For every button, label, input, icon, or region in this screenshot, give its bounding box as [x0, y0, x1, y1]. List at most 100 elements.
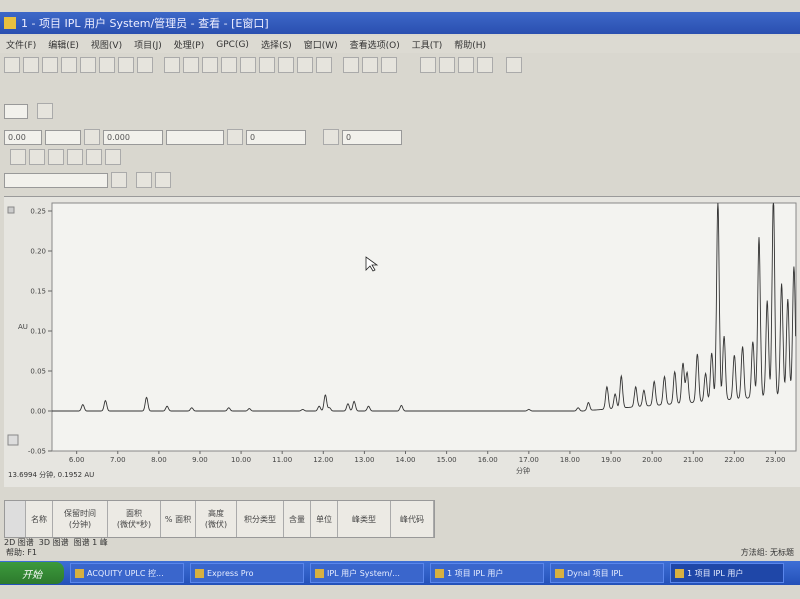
channel-up-icon[interactable] [136, 172, 152, 188]
copy-icon[interactable] [99, 57, 115, 73]
taskbar-item[interactable]: 1 项目 IPL 用户 [430, 563, 544, 583]
event-remove-icon[interactable] [29, 149, 45, 165]
col-int-type[interactable]: 积分类型 [237, 501, 284, 537]
save-icon[interactable] [42, 57, 58, 73]
x-tick-label: 15.00 [437, 456, 457, 464]
col-units[interactable]: 单位 [311, 501, 338, 537]
range-icon[interactable] [84, 129, 100, 145]
window-title-bar[interactable]: 1 - 项目 IPL 用户 System/管理员 - 查看 - [E窗口] [0, 12, 800, 34]
event-edit-icon[interactable] [48, 149, 64, 165]
menu-item-project[interactable]: 项目(J) [134, 38, 162, 51]
table-icon[interactable] [477, 57, 493, 73]
range-value-field[interactable] [166, 129, 224, 145]
taskbar-item[interactable]: Dynal 项目 IPL [550, 563, 664, 583]
width-field[interactable]: 0 [342, 129, 402, 145]
baseline-icon[interactable] [297, 57, 313, 73]
open-icon[interactable] [23, 57, 39, 73]
processing-toolbar [0, 100, 53, 122]
taskbar-item-active[interactable]: 1 项目 IPL 用户 [670, 563, 784, 583]
new-icon[interactable] [4, 57, 20, 73]
menu-item-help[interactable]: 帮助(H) [454, 38, 486, 51]
menu-item-window[interactable]: 窗口(W) [304, 38, 338, 51]
x-tick-label: 6.00 [69, 456, 85, 464]
menu-item-select[interactable]: 选择(S) [261, 38, 292, 51]
stack-icon[interactable] [343, 57, 359, 73]
x-tick-label: 10.00 [231, 456, 251, 464]
col-peak-type[interactable]: 峰类型 [338, 501, 391, 537]
event-add-icon[interactable] [10, 149, 26, 165]
y-axis: -0.05 0.00 0.05 0.10 0.15 0.20 0.25 [28, 208, 52, 456]
panel-expand-icon[interactable] [7, 206, 15, 214]
menu-item-options[interactable]: 查看选项(O) [350, 38, 400, 51]
full-scale-icon[interactable] [202, 57, 218, 73]
menu-item-process[interactable]: 处理(P) [174, 38, 204, 51]
channel-apply-icon[interactable] [111, 172, 127, 188]
start-time-field[interactable]: 0.00 [4, 129, 42, 145]
integrate-icon[interactable] [221, 57, 237, 73]
spacer-field[interactable] [45, 129, 81, 145]
channel-toolbar [0, 169, 171, 191]
x-tick-label: 12.00 [313, 456, 333, 464]
channel-down-icon[interactable] [155, 172, 171, 188]
zoom-in-icon[interactable] [164, 57, 180, 73]
col-retention-time[interactable]: 保留时间 (分钟) [53, 501, 108, 537]
y-tick-label: 0.00 [30, 408, 46, 416]
tab-peaks[interactable]: 图谱 1 峰 [74, 537, 108, 547]
print-icon[interactable] [61, 57, 77, 73]
cut-icon[interactable] [80, 57, 96, 73]
taskbar-item[interactable]: Express Pro [190, 563, 304, 583]
quantitate-icon[interactable] [259, 57, 275, 73]
width-icon[interactable] [323, 129, 339, 145]
menu-item-edit[interactable]: 编辑(E) [48, 38, 79, 51]
window-title: 1 - 项目 IPL 用户 System/管理员 - 查看 - [E窗口] [21, 17, 269, 30]
tab-2d[interactable]: 2D 图谱 [4, 537, 34, 547]
previous-icon[interactable] [362, 57, 378, 73]
zoom-out-icon[interactable] [183, 57, 199, 73]
menu-item-tools[interactable]: 工具(T) [412, 38, 443, 51]
threshold-icon[interactable] [227, 129, 243, 145]
x-tick-label: 14.00 [395, 456, 415, 464]
status-help: 帮助: F1 [6, 548, 37, 557]
app-icon [435, 568, 444, 578]
view-tabs: 2D 图谱 3D 图谱 图谱 1 峰 [4, 537, 108, 547]
chromatogram-chart[interactable]: -0.05 0.00 0.05 0.10 0.15 0.20 0.25 6.00 7.00 8.… [4, 197, 800, 487]
event-list-icon[interactable] [67, 149, 83, 165]
peak-label-icon[interactable] [278, 57, 294, 73]
method-browse-icon[interactable] [37, 103, 53, 119]
col-amount[interactable]: 含量 [284, 501, 311, 537]
app-icon [315, 568, 324, 578]
col-name[interactable]: 名称 [26, 501, 53, 537]
x-tick-label: 18.00 [560, 456, 580, 464]
calibrate-icon[interactable] [240, 57, 256, 73]
event-apply-icon[interactable] [105, 149, 121, 165]
col-area[interactable]: 面积 (微伏*秒) [108, 501, 161, 537]
menu-item-gpc[interactable]: GPC(G) [216, 40, 249, 50]
status-method-set: 方法组: 无标题 [740, 548, 794, 557]
col-peak-code[interactable]: 峰代码 [391, 501, 434, 537]
event-clear-icon[interactable] [86, 149, 102, 165]
method-dropdown[interactable] [4, 103, 28, 119]
start-button[interactable]: 开始 [0, 562, 64, 584]
report-icon[interactable] [420, 57, 436, 73]
x-tick-label: 19.00 [601, 456, 621, 464]
col-height[interactable]: 高度 (微伏) [196, 501, 237, 537]
undo-icon[interactable] [137, 57, 153, 73]
paste-icon[interactable] [118, 57, 134, 73]
col-percent-area[interactable]: % 面积 [161, 501, 196, 537]
channel-dropdown[interactable] [4, 172, 108, 188]
threshold-field[interactable]: 0 [246, 129, 306, 145]
next-icon[interactable] [381, 57, 397, 73]
menu-item-view[interactable]: 视图(V) [91, 38, 122, 51]
menu-item-file[interactable]: 文件(F) [6, 38, 36, 51]
taskbar-item[interactable]: IPL 用户 System/... [310, 563, 424, 583]
chromatogram-panel: -0.05 0.00 0.05 0.10 0.15 0.20 0.25 6.00 7.00 8.… [4, 196, 800, 487]
tab-3d[interactable]: 3D 图谱 [39, 537, 69, 547]
scroll-down-icon[interactable] [7, 434, 19, 446]
taskbar-item[interactable]: ACQUITY UPLC 控... [70, 563, 184, 583]
overlay-icon[interactable] [316, 57, 332, 73]
preview-icon[interactable] [439, 57, 455, 73]
method-icon[interactable] [506, 57, 522, 73]
row-selector-icon[interactable] [5, 501, 26, 537]
export-icon[interactable] [458, 57, 474, 73]
end-time-field[interactable]: 0.000 [103, 129, 163, 145]
